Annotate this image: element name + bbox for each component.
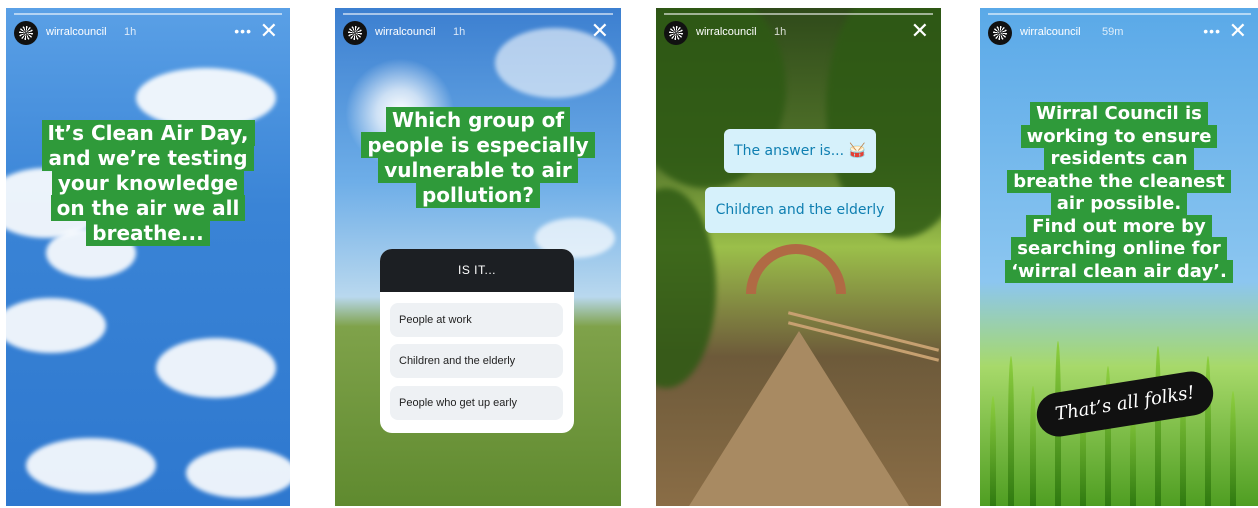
story-header: wirralcouncil 59m ••• ✕ bbox=[988, 19, 1251, 47]
caption-line: residents can bbox=[1044, 147, 1194, 170]
answer-intro-label: The answer is... 🥁 bbox=[724, 129, 876, 173]
caption-line: breathe the cleanest bbox=[1007, 169, 1231, 193]
cloud-decoration bbox=[136, 68, 276, 128]
username[interactable]: wirralcouncil bbox=[375, 26, 436, 38]
close-icon[interactable]: ✕ bbox=[260, 19, 278, 43]
close-icon[interactable]: ✕ bbox=[591, 19, 609, 43]
story-time: 1h bbox=[124, 26, 137, 38]
cloud-decoration bbox=[186, 448, 290, 498]
answer-intro-text: The answer is... bbox=[734, 143, 845, 159]
close-icon[interactable]: ✕ bbox=[911, 19, 929, 43]
grass-decoration bbox=[1155, 346, 1161, 506]
grass-decoration bbox=[1030, 386, 1036, 506]
caption-line: Which group of bbox=[385, 107, 571, 133]
caption-line: air possible. bbox=[1050, 192, 1188, 215]
grass-decoration bbox=[990, 396, 996, 506]
cloud-decoration bbox=[26, 438, 156, 493]
story-progress-bar bbox=[14, 13, 282, 15]
poll-header: IS IT... bbox=[380, 249, 574, 292]
story-time: 59m bbox=[1102, 26, 1124, 38]
caption-line: Find out more by bbox=[1026, 214, 1212, 238]
story-header: wirralcouncil 1h ✕ bbox=[664, 19, 933, 47]
username[interactable]: wirralcouncil bbox=[696, 26, 757, 38]
username[interactable]: wirralcouncil bbox=[1020, 26, 1081, 38]
story-clean-air-info[interactable]: wirralcouncil 59m ••• ✕ Wirral Council i… bbox=[980, 8, 1258, 506]
bridge-arch-decoration bbox=[746, 244, 846, 294]
caption-line: your knowledge bbox=[51, 170, 245, 196]
story-caption: Wirral Council is working to ensure resi… bbox=[986, 102, 1252, 283]
grass-decoration bbox=[1230, 391, 1236, 506]
caption-line: on the air we all bbox=[50, 195, 246, 221]
story-caption: It’s Clean Air Day, and we’re testing yo… bbox=[16, 120, 280, 246]
poll-option[interactable]: Children and the elderly bbox=[390, 344, 563, 378]
story-progress-bar bbox=[343, 13, 613, 15]
caption-line: searching online for bbox=[1011, 237, 1227, 260]
story-time: 1h bbox=[453, 26, 466, 38]
caption-line: Wirral Council is bbox=[1030, 102, 1208, 125]
story-progress-bar bbox=[664, 13, 933, 15]
path-decoration bbox=[688, 331, 909, 506]
more-options-icon[interactable]: ••• bbox=[234, 23, 252, 39]
drum-icon: 🥁 bbox=[848, 143, 866, 159]
caption-line: pollution? bbox=[415, 182, 540, 208]
story-header: wirralcouncil 1h ••• ✕ bbox=[14, 19, 282, 47]
story-time: 1h bbox=[774, 26, 787, 38]
story-header: wirralcouncil 1h ✕ bbox=[343, 19, 613, 47]
caption-line: ‘wirral clean air day’. bbox=[1005, 259, 1233, 283]
story-poll-question[interactable]: wirralcouncil 1h ✕ Which group of people… bbox=[335, 8, 621, 506]
wirral-council-logo-icon[interactable] bbox=[14, 21, 38, 45]
more-options-icon[interactable]: ••• bbox=[1203, 23, 1221, 39]
caption-line: people is especially bbox=[361, 132, 595, 158]
close-icon[interactable]: ✕ bbox=[1229, 19, 1247, 43]
wirral-council-logo-icon[interactable] bbox=[988, 21, 1012, 45]
caption-line: It’s Clean Air Day, bbox=[41, 120, 255, 146]
answer-label: Children and the elderly bbox=[705, 187, 895, 233]
caption-line: and we’re testing bbox=[42, 145, 254, 171]
wirral-council-logo-icon[interactable] bbox=[343, 21, 367, 45]
caption-line: working to ensure bbox=[1020, 124, 1218, 148]
cloud-decoration bbox=[6, 298, 106, 353]
username[interactable]: wirralcouncil bbox=[46, 26, 107, 38]
poll-sticker[interactable]: IS IT... People at work Children and the… bbox=[380, 249, 574, 433]
story-progress-bar bbox=[988, 13, 1251, 15]
poll-option[interactable]: People at work bbox=[390, 303, 563, 337]
story-caption: Which group of people is especially vuln… bbox=[343, 107, 613, 208]
story-clean-air-day[interactable]: wirralcouncil 1h ••• ✕ It’s Clean Air Da… bbox=[6, 8, 290, 506]
thats-all-folks-sticker: That’s all folks! bbox=[1033, 368, 1217, 440]
grass-decoration bbox=[1008, 356, 1014, 506]
story-answer[interactable]: wirralcouncil 1h ✕ The answer is... 🥁 Ch… bbox=[656, 8, 941, 506]
caption-line: breathe... bbox=[86, 220, 210, 246]
cloud-decoration bbox=[156, 338, 276, 398]
caption-line: vulnerable to air bbox=[378, 157, 578, 183]
wirral-council-logo-icon[interactable] bbox=[664, 21, 688, 45]
poll-option[interactable]: People who get up early bbox=[390, 386, 563, 420]
